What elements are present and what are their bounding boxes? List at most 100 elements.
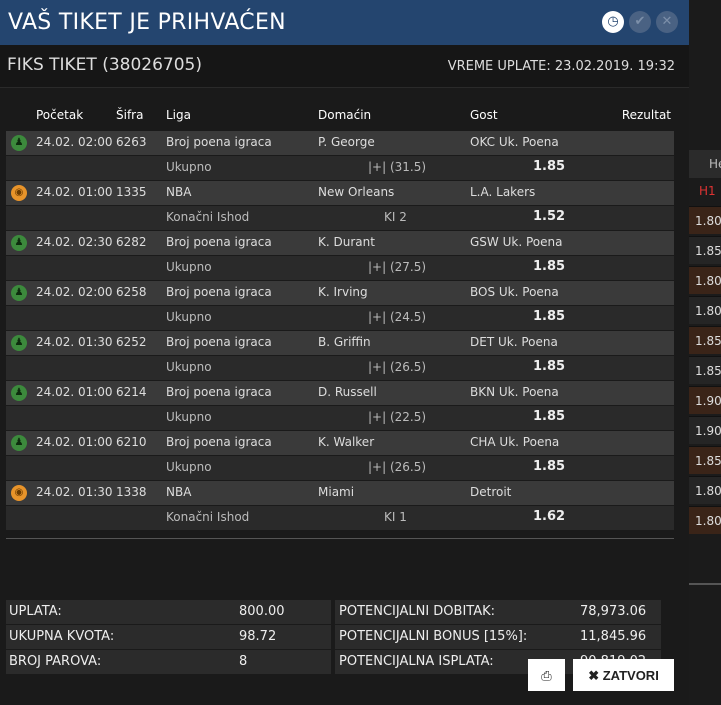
bet-market: Konačni Ishod: [166, 510, 250, 524]
summary-stake: UPLATA: 800.00: [6, 600, 331, 624]
match-row: ♟ 24.02. 02:30 6282 Broj poena igraca K. Dur…: [6, 231, 674, 256]
match-away: L.A. Lakers: [470, 185, 536, 199]
match-row: ◉ 24.02. 01:30 1338 NBA Miami Detroit: [6, 481, 674, 506]
print-icon: ⎙: [541, 668, 552, 683]
match-code: 6252: [116, 335, 147, 349]
bet-pick: KI 2: [384, 210, 407, 224]
summary-bonus: POTENCIJALNI BONUS [15%]: 11,845.96: [335, 625, 661, 649]
col-start: Početak: [36, 108, 84, 122]
stake-value: 800.00: [239, 604, 285, 619]
background-odd: 1.80: [689, 296, 721, 324]
match-home: P. George: [318, 135, 375, 149]
modal-title: VAŠ TIKET JE PRIHVAĆEN: [8, 10, 286, 35]
basketball-icon: ◉: [11, 185, 27, 201]
background-odd: 1.85: [689, 326, 721, 354]
bet-pick: |+| (26.5): [368, 360, 427, 374]
bet-market: Konačni Ishod: [166, 210, 250, 224]
bonus-value: 11,845.96: [580, 629, 647, 644]
win-label: POTENCIJALNI DOBITAK:: [339, 604, 496, 619]
ticket-header: FIKS TIKET (38026705) VREME UPLATE: 23.0…: [0, 45, 689, 88]
match-code: 6282: [116, 235, 147, 249]
clock-icon[interactable]: ◷: [602, 11, 624, 33]
background-odd: 1.80: [689, 206, 721, 234]
match-league: Broj poena igraca: [166, 235, 272, 249]
match-code: 1338: [116, 485, 147, 499]
match-bet-row: Ukupno |+| (27.5) 1.85: [6, 256, 674, 281]
match-home: B. Griffin: [318, 335, 371, 349]
win-value: 78,973.06: [580, 604, 647, 619]
summary-pairs: BROJ PAROVA: 8: [6, 650, 331, 674]
match-code: 1335: [116, 185, 147, 199]
bet-odd: 1.85: [533, 259, 566, 274]
match-start: 24.02. 01:00: [36, 185, 113, 199]
players-icon: ♟: [11, 235, 27, 251]
match-away: BKN Uk. Poena: [470, 385, 559, 399]
close-label: ZATVORI: [602, 668, 659, 683]
background-h1-label: H1: [699, 184, 716, 198]
players-icon: ♟: [11, 335, 27, 351]
match-home: New Orleans: [318, 185, 395, 199]
match-row: ♟ 24.02. 01:00 6210 Broj poena igraca K. Wal…: [6, 431, 674, 456]
table-header: Početak Šifra Liga Domaćin Gost Rezultat: [6, 104, 674, 128]
match-bet-row: Ukupno |+| (26.5) 1.85: [6, 356, 674, 381]
background-column-header: He: [689, 150, 721, 178]
bet-pick: KI 1: [384, 510, 407, 524]
summary-win: POTENCIJALNI DOBITAK: 78,973.06: [335, 600, 661, 624]
modal-titlebar: VAŠ TIKET JE PRIHVAĆEN ◷ ✔ ✕: [0, 0, 689, 45]
background-divider: [689, 583, 721, 585]
bet-odd: 1.62: [533, 509, 566, 524]
summary-divider: [6, 538, 674, 539]
match-code: 6210: [116, 435, 147, 449]
match-league: Broj poena igraca: [166, 285, 272, 299]
bet-pick: |+| (26.5): [368, 460, 427, 474]
bet-market: Ukupno: [166, 310, 212, 324]
close-button[interactable]: ✖ ZATVORI: [573, 659, 674, 691]
close-x-icon: ✖: [588, 668, 600, 683]
bonus-label: POTENCIJALNI BONUS [15%]:: [339, 629, 528, 644]
close-icon[interactable]: ✕: [656, 11, 678, 33]
players-icon: ♟: [11, 285, 27, 301]
col-result: Rezultat: [621, 108, 671, 122]
match-home: K. Walker: [318, 435, 375, 449]
match-bet-row: Ukupno |+| (26.5) 1.85: [6, 456, 674, 481]
ticket-id: FIKS TIKET (38026705): [7, 55, 203, 75]
match-row: ♟ 24.02. 02:00 6263 Broj poena igraca P. Geo…: [6, 131, 674, 156]
bet-market: Ukupno: [166, 360, 212, 374]
bet-pick: |+| (31.5): [368, 160, 427, 174]
match-away: Detroit: [470, 485, 512, 499]
bet-odd: 1.85: [533, 409, 566, 424]
match-row: ♟ 24.02. 01:30 6252 Broj poena igraca B. Gri…: [6, 331, 674, 356]
pairs-value: 8: [239, 654, 248, 669]
match-away: CHA Uk. Poena: [470, 435, 560, 449]
total-odds-label: UKUPNA KVOTA:: [9, 629, 115, 644]
match-home: Miami: [318, 485, 355, 499]
payout-label: POTENCIJALNA ISPLATA:: [339, 654, 494, 669]
col-home: Domaćin: [318, 108, 372, 122]
bet-odd: 1.52: [533, 209, 566, 224]
background-odd: 1.85: [689, 236, 721, 264]
background-odds-panel: He H1 1.801.851.801.801.851.851.901.901.…: [689, 0, 721, 705]
total-odds-value: 98.72: [239, 629, 277, 644]
match-bet-row: Konačni Ishod KI 1 1.62: [6, 506, 674, 531]
match-start: 24.02. 01:00: [36, 435, 113, 449]
match-code: 6214: [116, 385, 147, 399]
players-icon: ♟: [11, 435, 27, 451]
bet-pick: |+| (27.5): [368, 260, 427, 274]
matches-table: ♟ 24.02. 02:00 6263 Broj poena igraca P. Geo…: [6, 131, 674, 531]
print-button[interactable]: ⎙: [528, 659, 565, 691]
match-league: Broj poena igraca: [166, 135, 272, 149]
match-league: Broj poena igraca: [166, 435, 272, 449]
match-row: ◉ 24.02. 01:00 1335 NBA New Orleans L.A. Lake…: [6, 181, 674, 206]
pairs-label: BROJ PAROVA:: [9, 654, 102, 669]
players-icon: ♟: [11, 135, 27, 151]
bet-pick: |+| (22.5): [368, 410, 427, 424]
bet-market: Ukupno: [166, 410, 212, 424]
match-home: K. Durant: [318, 235, 375, 249]
check-icon[interactable]: ✔: [629, 11, 651, 33]
match-away: BOS Uk. Poena: [470, 285, 559, 299]
basketball-icon: ◉: [11, 485, 27, 501]
match-start: 24.02. 01:30: [36, 335, 113, 349]
col-league: Liga: [166, 108, 191, 122]
match-league: Broj poena igraca: [166, 335, 272, 349]
bet-odd: 1.85: [533, 459, 566, 474]
